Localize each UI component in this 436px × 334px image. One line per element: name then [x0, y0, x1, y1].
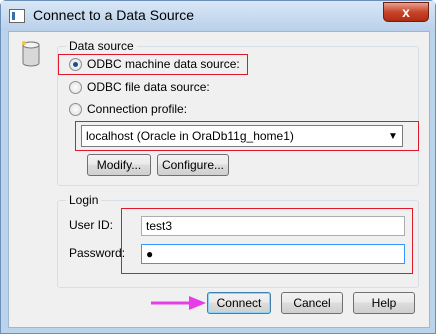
radio-odbc-file[interactable]: ODBC file data source: [69, 79, 210, 95]
modify-button[interactable]: Modify... [87, 154, 151, 176]
password-input[interactable]: ● [141, 244, 405, 264]
window-icon [9, 9, 25, 23]
dialog-window: Connect to a Data Source x Data source O… [0, 0, 436, 334]
connection-profile-dropdown[interactable]: localhost (Oracle in OraDb11g_home1) ▼ [81, 125, 403, 147]
radio-connection-profile[interactable]: Connection profile: [69, 101, 187, 117]
configure-button[interactable]: Configure... [157, 154, 229, 176]
help-button[interactable]: Help [353, 292, 415, 314]
dialog-body: Data source ODBC machine data source: OD… [8, 31, 430, 328]
radio-button[interactable] [69, 80, 82, 94]
password-label: Password: [69, 246, 126, 260]
database-icon [22, 41, 40, 67]
radio-odbc-file-label: ODBC file data source: [87, 80, 210, 94]
radio-odbc-machine-label: ODBC machine data source: [87, 57, 240, 71]
chevron-down-icon[interactable]: ▼ [384, 131, 402, 142]
radio-button[interactable] [69, 102, 82, 116]
connection-profile-value: localhost (Oracle in OraDb11g_home1) [86, 129, 294, 143]
cancel-button[interactable]: Cancel [281, 292, 343, 314]
radio-button-checked[interactable] [69, 57, 82, 71]
radio-odbc-machine[interactable]: ODBC machine data source: [69, 56, 240, 72]
arrow-pointer-icon [151, 296, 206, 310]
window-title: Connect to a Data Source [33, 7, 195, 23]
connect-button[interactable]: Connect [207, 292, 271, 314]
title-bar[interactable]: Connect to a Data Source x [1, 1, 435, 31]
close-button[interactable]: x [383, 2, 429, 22]
radio-connection-profile-label: Connection profile: [87, 102, 188, 116]
user-id-input[interactable]: test3 [141, 216, 405, 236]
login-group-title: Login [66, 193, 102, 207]
user-id-label: User ID: [69, 218, 114, 232]
data-source-group-title: Data source [66, 39, 137, 53]
